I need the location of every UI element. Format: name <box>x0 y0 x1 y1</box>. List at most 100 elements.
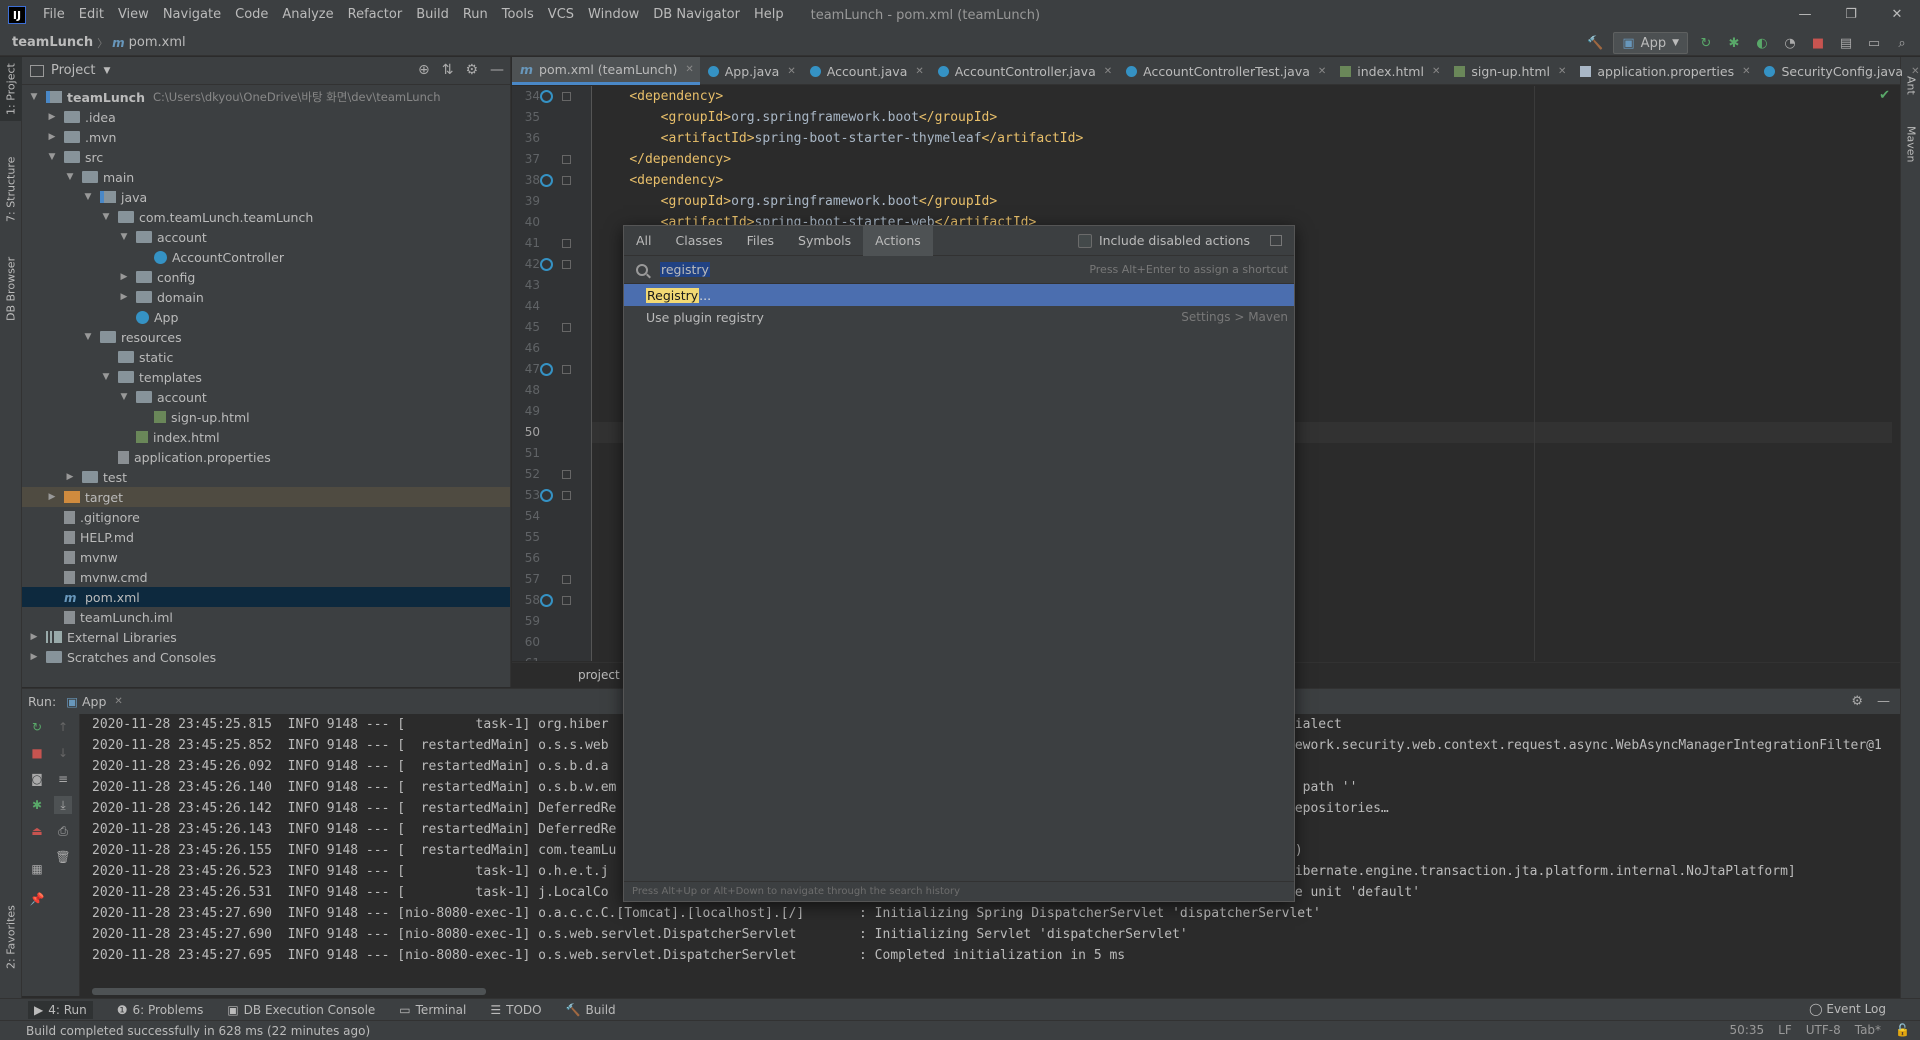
editor-tab[interactable]: index.html ✕ <box>1332 57 1446 85</box>
search-result-item[interactable]: Registry... <box>624 284 1294 306</box>
locate-file-icon[interactable]: ⊕ <box>418 62 430 78</box>
tree-item[interactable]: static <box>22 347 510 367</box>
hide-panel-icon[interactable]: — <box>490 62 504 78</box>
restore-icon[interactable]: ❐ <box>1828 0 1874 30</box>
menu-code[interactable]: Code <box>228 0 275 30</box>
bottom-tab-problems[interactable]: ❶ 6: Problems <box>117 1001 204 1019</box>
run-configuration-select[interactable]: ▣ App ▼ <box>1613 32 1688 54</box>
spring-bean-icon[interactable] <box>540 594 553 607</box>
popup-tab-files[interactable]: Files <box>735 226 786 256</box>
rerun-icon[interactable]: ↻ <box>1696 33 1716 53</box>
print-icon[interactable]: ⎙ <box>54 822 72 840</box>
menu-view[interactable]: View <box>111 0 156 30</box>
chevron-down-icon[interactable]: ▼ <box>103 66 110 76</box>
caret-position[interactable]: 50:35 <box>1730 1023 1765 1037</box>
update-running-icon[interactable]: ✱ <box>28 796 46 814</box>
up-arrow-icon[interactable]: ↑ <box>54 718 72 736</box>
fold-marker-icon[interactable] <box>562 155 571 164</box>
close-icon[interactable]: ✕ <box>1104 66 1112 77</box>
trash-icon[interactable]: 🗑 <box>54 848 72 866</box>
menu-edit[interactable]: Edit <box>72 0 111 30</box>
tree-item[interactable]: mvnw <box>22 547 510 567</box>
bottom-tab-run[interactable]: ▶ 4: Run <box>28 1000 93 1019</box>
project-panel-title[interactable]: Project <box>51 63 95 78</box>
chevron-down-icon[interactable]: ▼ <box>82 192 94 202</box>
tree-item[interactable]: ▼ java <box>22 187 510 207</box>
fold-marker-icon[interactable] <box>562 596 571 605</box>
tree-item[interactable]: teamLunch.iml <box>22 607 510 627</box>
search-input[interactable]: registry <box>660 262 710 277</box>
close-icon[interactable]: ✕ <box>1432 66 1440 77</box>
include-disabled-checkbox[interactable]: Include disabled actions <box>1077 233 1250 248</box>
editor-tab[interactable]: AccountController.java ✕ <box>930 57 1118 85</box>
popup-tab-classes[interactable]: Classes <box>664 226 735 256</box>
tree-item[interactable]: ▶ Scratches and Consoles <box>22 647 510 667</box>
editor-tab[interactable]: application.properties ✕ <box>1572 57 1756 85</box>
chevron-right-icon[interactable]: ▶ <box>46 492 58 502</box>
close-icon[interactable]: ✕ <box>1558 66 1566 77</box>
tree-item[interactable]: ▼ main <box>22 167 510 187</box>
pin-icon[interactable]: 📌 <box>28 890 46 908</box>
chevron-right-icon[interactable]: ▶ <box>28 652 40 662</box>
coverage-icon[interactable]: ◐ <box>1752 33 1772 53</box>
fold-marker-icon[interactable] <box>562 365 571 374</box>
gear-icon[interactable]: ⚙ <box>1851 694 1863 709</box>
stop-icon[interactable]: ■ <box>1808 33 1828 53</box>
close-icon[interactable]: ✕ <box>1911 66 1919 77</box>
indent-setting[interactable]: Tab* <box>1855 1023 1881 1037</box>
tree-item[interactable]: ▶ domain <box>22 287 510 307</box>
editor-tab[interactable]: m pom.xml (teamLunch) ✕ <box>512 57 700 85</box>
spring-bean-icon[interactable] <box>540 258 553 271</box>
status-message[interactable]: Build completed successfully in 628 ms (… <box>26 1024 370 1038</box>
tool-tab-favorites[interactable]: 2: Favorites <box>0 897 22 977</box>
tree-item[interactable]: ▼ resources <box>22 327 510 347</box>
editor-tab[interactable]: Account.java ✕ <box>802 57 930 85</box>
bottom-tab-db-execution-console[interactable]: ▣ DB Execution Console <box>227 1001 375 1019</box>
scroll-to-end-icon[interactable]: ⤓ <box>54 796 72 814</box>
menu-help[interactable]: Help <box>747 0 791 30</box>
tree-item[interactable]: App <box>22 307 510 327</box>
tree-item[interactable]: ▼ src <box>22 147 510 167</box>
fold-marker-icon[interactable] <box>562 260 571 269</box>
close-icon[interactable]: ✕ <box>685 64 693 75</box>
rerun-icon[interactable]: ↻ <box>28 718 46 736</box>
tree-item[interactable]: ▼ account <box>22 387 510 407</box>
tree-item[interactable]: ▼ teamLunch C:\Users\dkyou\OneDrive\바탕 화면\… <box>22 87 510 107</box>
close-icon[interactable]: ✕ <box>787 66 795 77</box>
popup-tab-actions[interactable]: Actions <box>863 225 933 256</box>
close-icon[interactable]: ✕ <box>915 66 923 77</box>
fold-marker-icon[interactable] <box>562 491 571 500</box>
chevron-right-icon[interactable]: ▶ <box>28 632 40 642</box>
hide-panel-icon[interactable]: — <box>1877 694 1890 709</box>
search-everywhere-icon[interactable]: ⌕ <box>1892 33 1912 53</box>
tool-tab-structure[interactable]: 7: Structure <box>0 149 22 229</box>
project-structure-icon[interactable]: ▤ <box>1836 33 1856 53</box>
chevron-right-icon[interactable]: ▶ <box>64 472 76 482</box>
close-icon[interactable]: ✕ <box>114 696 122 707</box>
tree-item[interactable]: ▶ test <box>22 467 510 487</box>
tree-item[interactable]: ▼ account <box>22 227 510 247</box>
tree-item[interactable]: ▶ .idea <box>22 107 510 127</box>
search-result-item[interactable]: Use plugin registry Settings > Maven <box>624 306 1294 328</box>
tree-item[interactable]: sign-up.html <box>22 407 510 427</box>
line-separator[interactable]: LF <box>1778 1023 1792 1037</box>
collapse-all-icon[interactable]: ⇅ <box>442 62 454 78</box>
spring-bean-icon[interactable] <box>540 489 553 502</box>
spring-bean-icon[interactable] <box>540 90 553 103</box>
chevron-right-icon[interactable]: ▶ <box>46 112 58 122</box>
menu-refactor[interactable]: Refactor <box>341 0 410 30</box>
menu-run[interactable]: Run <box>456 0 495 30</box>
bottom-tab-build[interactable]: 🔨 Build <box>566 1001 616 1019</box>
close-icon[interactable]: ✕ <box>1318 66 1326 77</box>
layout-icon[interactable]: ▦ <box>28 860 46 878</box>
exit-icon[interactable]: ⏏ <box>28 822 46 840</box>
chevron-down-icon[interactable]: ▼ <box>28 92 40 102</box>
editor-tab[interactable]: SecurityConfig.java ✕ <box>1756 57 1920 85</box>
build-hammer-icon[interactable]: 🔨 <box>1585 33 1605 53</box>
fold-marker-icon[interactable] <box>562 176 571 185</box>
popup-tab-all[interactable]: All <box>624 226 664 256</box>
pin-popup-icon[interactable] <box>1270 235 1282 246</box>
event-log-button[interactable]: ◯ Event Log <box>1809 1002 1886 1016</box>
debug-icon[interactable]: ✱ <box>1724 33 1744 53</box>
fold-marker-icon[interactable] <box>562 92 571 101</box>
